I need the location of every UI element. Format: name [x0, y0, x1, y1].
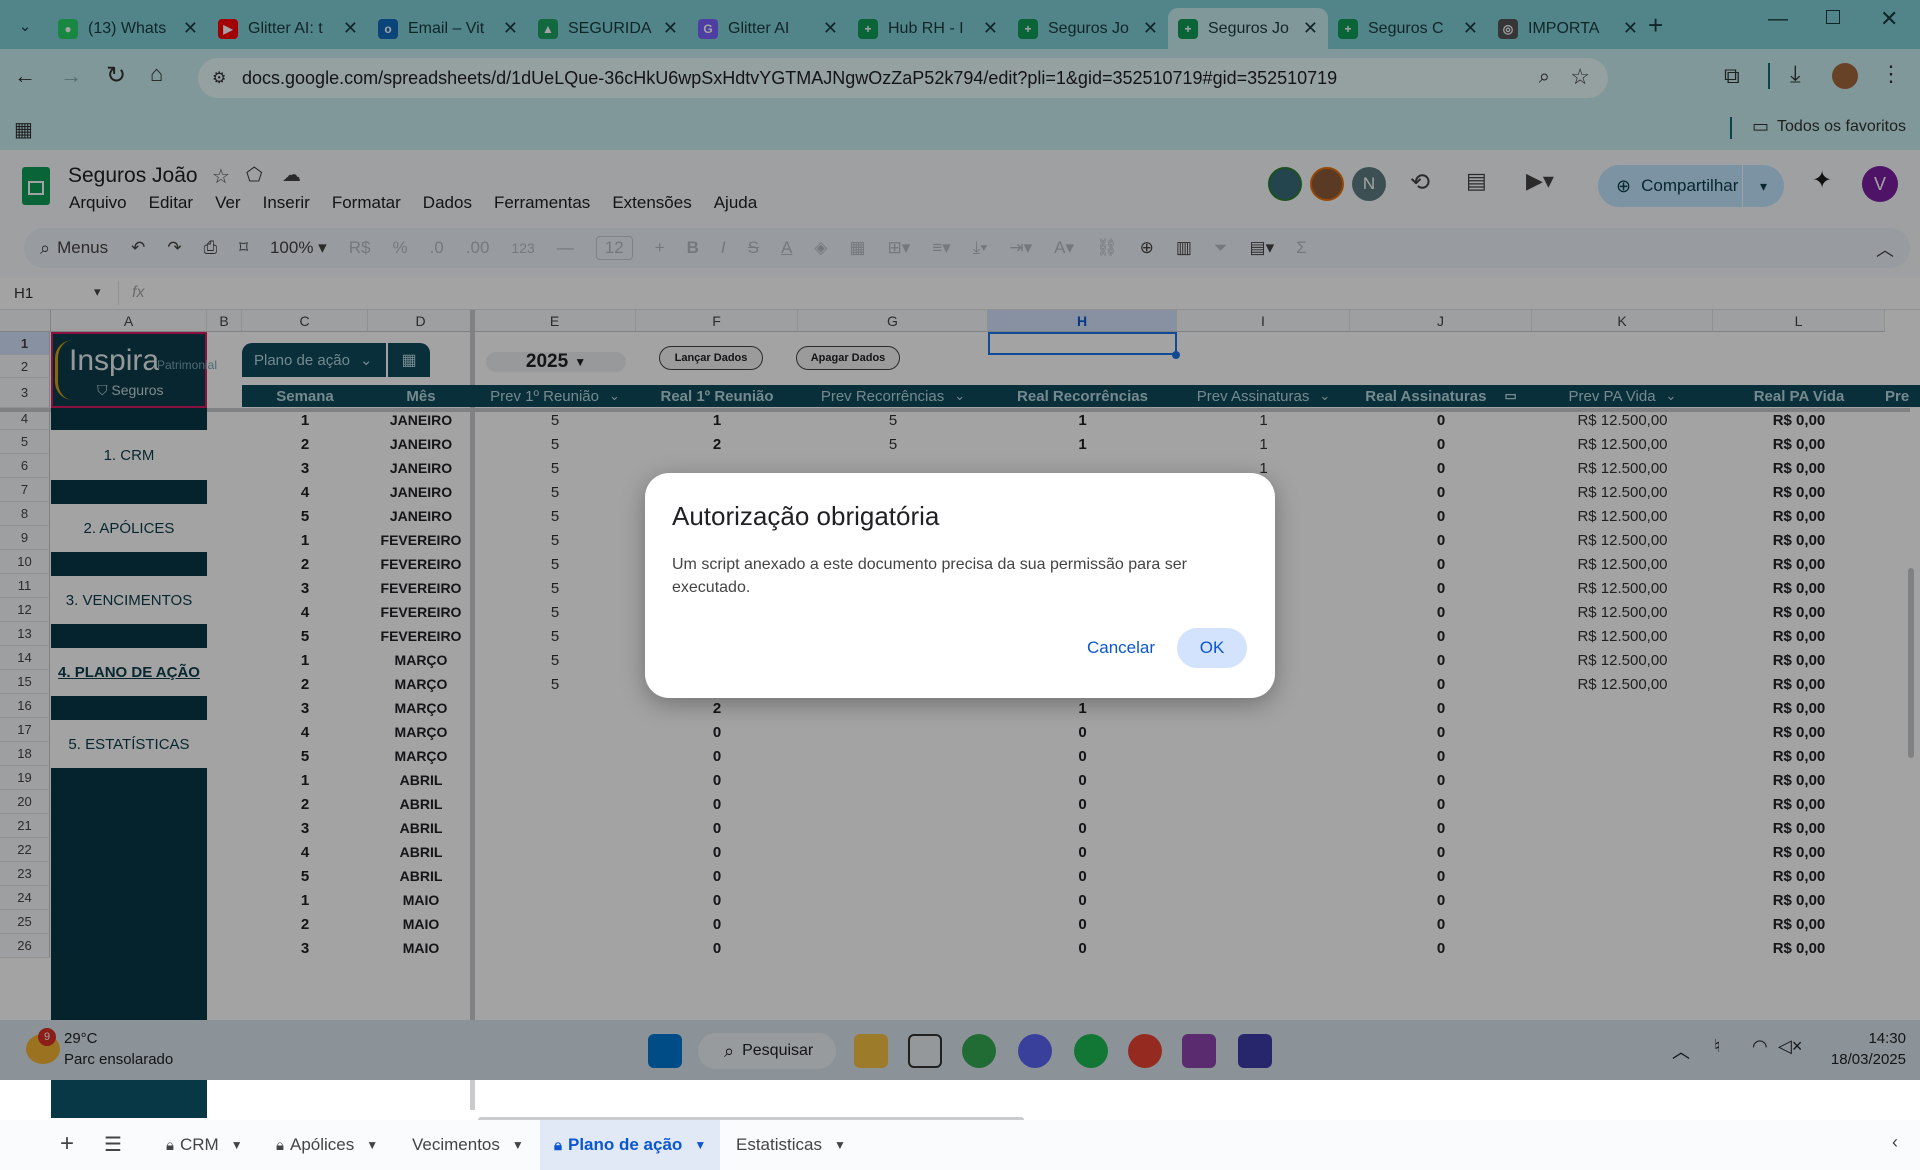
lock-icon: 🔒︎	[276, 1136, 284, 1154]
sheet-tab[interactable]: Estatisticas ▼	[736, 1120, 846, 1170]
sheet-tab[interactable]: 🔒︎ CRM ▼	[166, 1120, 243, 1170]
dialog-title: Autorização obrigatória	[672, 501, 940, 531]
sheet-tab[interactable]: 🔒︎ Plano de ação ▼	[540, 1120, 721, 1170]
sheet-tab[interactable]: 🔒︎ Apólices ▼	[276, 1120, 378, 1170]
ok-button[interactable]: OK	[1177, 628, 1247, 668]
sheet-tab-label: Apólices	[289, 1135, 355, 1154]
chevron-down-icon[interactable]: ▼	[834, 1138, 846, 1152]
all-sheets-icon[interactable]: ☰	[104, 1132, 122, 1157]
chevron-down-icon[interactable]: ▼	[512, 1138, 524, 1152]
sheet-tabs-bar: + ☰ 🔒︎ CRM ▼ 🔒︎ Apólices ▼ Vecimentos ▼ 🔒︎ Plano …	[0, 1120, 1920, 1170]
sheet-tab-label: Estatisticas	[736, 1135, 822, 1154]
dialog-body: Um script anexado a este documento preci…	[672, 556, 1187, 596]
lock-icon: 🔒︎	[554, 1136, 562, 1154]
authorization-dialog: Autorização obrigatória Um script anexad…	[645, 473, 1275, 698]
chevron-down-icon[interactable]: ▼	[231, 1138, 243, 1152]
chevron-down-icon[interactable]: ▼	[694, 1138, 706, 1152]
sheet-tab-label: CRM	[179, 1135, 219, 1154]
sheet-tab[interactable]: Vecimentos ▼	[412, 1120, 524, 1170]
sheet-tab-label: Vecimentos	[412, 1135, 500, 1154]
chevron-down-icon[interactable]: ▼	[366, 1138, 378, 1152]
cancel-button[interactable]: Cancelar	[1073, 628, 1169, 668]
sheets-nav-icon[interactable]: ‹	[1892, 1132, 1898, 1153]
sheet-tab-label: Plano de ação	[567, 1135, 683, 1154]
lock-icon: 🔒︎	[166, 1136, 174, 1154]
add-sheet-icon[interactable]: +	[60, 1130, 74, 1158]
